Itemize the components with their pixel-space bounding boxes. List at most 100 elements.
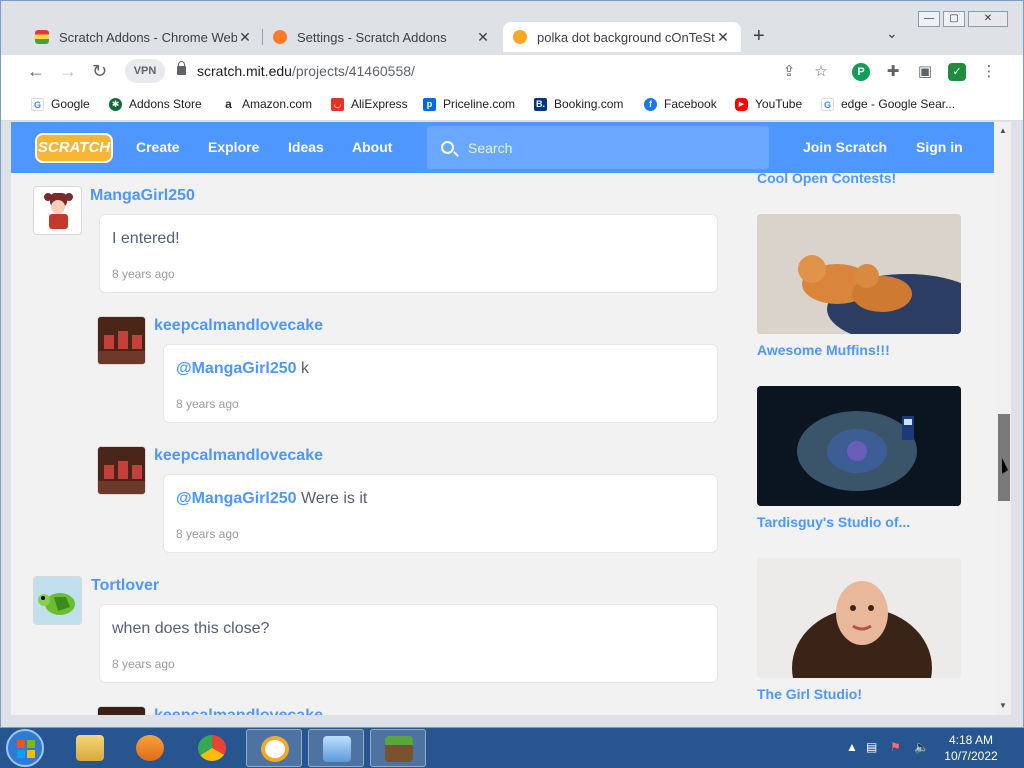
bookmark-star-icon[interactable]: ☆	[812, 63, 830, 81]
scratch-logo[interactable]: SCRATCH	[35, 133, 113, 163]
join-scratch-link[interactable]: Join Scratch	[803, 139, 887, 155]
bookmark-label: AliExpress	[351, 97, 408, 111]
scroll-down-arrow-icon[interactable]: ▼	[999, 701, 1007, 710]
back-arrow-icon[interactable]: ←	[27, 61, 45, 81]
vpn-badge[interactable]: VPN	[125, 59, 165, 83]
nav-explore[interactable]: Explore	[208, 139, 259, 155]
tab-close-icon[interactable]: ✕	[475, 29, 491, 46]
taskbar-chrome[interactable]	[184, 729, 240, 767]
bookmark-amazon[interactable]: a Amazon.com	[222, 97, 312, 111]
search-input[interactable]	[468, 139, 748, 156]
maximize-button[interactable]: ▢	[943, 11, 965, 27]
tab-chrome-web-store[interactable]: Scratch Addons - Chrome Web S ✕	[25, 22, 263, 52]
browser-window: Scratch Addons - Chrome Web S ✕ Settings…	[0, 0, 1024, 728]
share-icon[interactable]: ⇪	[780, 63, 798, 81]
forward-arrow-icon[interactable]: →	[59, 61, 77, 81]
taskbar-scratch-addons[interactable]	[246, 729, 302, 767]
lock-icon[interactable]	[177, 61, 186, 75]
comment-body: when does this close?	[112, 620, 270, 637]
scratch-favicon-icon	[513, 30, 527, 44]
scroll-up-arrow-icon[interactable]: ▲	[999, 126, 1007, 135]
comment-body: k	[296, 360, 309, 377]
avatar[interactable]	[33, 186, 82, 235]
address-toolbar: ← → ↻ VPN scratch.mit.edu/projects/41460…	[1, 55, 1023, 89]
page-scrollbar[interactable]: ▲ ▼	[996, 122, 1011, 715]
taskbar-media-player[interactable]	[122, 729, 178, 767]
comment-timestamp: 8 years ago	[176, 527, 239, 541]
comment-username[interactable]: keepcalmandlovecake	[154, 447, 323, 465]
close-button[interactable]: ✕	[968, 11, 1008, 27]
bookmark-youtube[interactable]: ▶ YouTube	[735, 97, 802, 111]
studio-title[interactable]: The Girl Studio!	[757, 686, 862, 702]
nav-create[interactable]: Create	[136, 139, 180, 155]
google-icon: G	[821, 97, 834, 111]
extensions-puzzle-icon[interactable]: ✚	[884, 63, 902, 81]
show-hidden-icons-icon[interactable]: ▲	[846, 740, 858, 754]
bookmark-priceline[interactable]: p Priceline.com	[423, 97, 515, 111]
comment-username[interactable]: Tortlover	[91, 577, 159, 595]
tab-polka-dot-contest[interactable]: polka dot background cOnTeSt rc ✕	[503, 22, 741, 52]
avatar[interactable]	[97, 706, 146, 715]
bookmark-edge-search[interactable]: Gedge - Google Sear...	[821, 97, 955, 111]
network-icon[interactable]: ▤	[866, 740, 877, 754]
chrome-icon	[198, 735, 226, 761]
bookmark-facebook[interactable]: f Facebook	[644, 97, 717, 111]
scratch-addons-favicon-icon	[273, 30, 287, 44]
comment-timestamp: 8 years ago	[112, 657, 175, 671]
shield-check-icon[interactable]: ✓	[948, 63, 966, 81]
studio-thumbnail[interactable]	[757, 214, 961, 334]
tab-settings-scratch-addons[interactable]: Settings - Scratch Addons ✕	[263, 22, 501, 52]
reload-icon[interactable]: ↻	[92, 61, 107, 81]
control-panel-icon	[323, 736, 351, 762]
comment-text: @MangaGirl250 k	[176, 360, 309, 378]
avatar[interactable]	[97, 316, 146, 365]
studio-title[interactable]: Tardisguy's Studio of...	[757, 514, 910, 530]
extension-p-icon[interactable]: P	[852, 63, 870, 81]
avatar[interactable]	[33, 576, 82, 625]
aliexpress-icon: ◡	[331, 97, 344, 111]
bookmark-label: Priceline.com	[443, 97, 516, 111]
bookmark-addons-store[interactable]: ✱ Addons Store	[109, 97, 202, 111]
comment-mention[interactable]: @MangaGirl250	[176, 360, 297, 377]
clock-date: 10/7/2022	[944, 749, 998, 763]
comment-timestamp: 8 years ago	[176, 397, 239, 411]
studio-title[interactable]: Awesome Muffins!!!	[757, 342, 890, 358]
nav-ideas[interactable]: Ideas	[288, 139, 324, 155]
action-center-flag-icon[interactable]: ⚑	[890, 740, 901, 754]
avatar[interactable]	[97, 446, 146, 495]
side-panel-icon[interactable]: ▣	[916, 63, 934, 81]
comment-bubble: @MangaGirl250 Were is it 8 years ago	[163, 474, 718, 553]
menu-kebab-icon[interactable]: ⋮	[980, 63, 998, 81]
comment-bubble: @MangaGirl250 k 8 years ago	[163, 344, 718, 423]
bookmark-label: Google	[51, 97, 90, 111]
taskbar-minecraft[interactable]	[370, 729, 426, 767]
comment-body: I entered!	[112, 230, 180, 247]
search-box[interactable]	[427, 126, 769, 169]
studio-thumbnail[interactable]	[757, 558, 961, 678]
nav-about[interactable]: About	[352, 139, 392, 155]
taskbar-control-panel[interactable]	[308, 729, 364, 767]
bookmark-google[interactable]: G Google	[31, 97, 90, 111]
bookmark-aliexpress[interactable]: ◡ AliExpress	[331, 97, 408, 111]
volume-icon[interactable]: 🔈	[914, 740, 929, 754]
studio-thumbnail[interactable]	[757, 386, 961, 506]
cake-avatar-icon	[98, 317, 145, 364]
minimize-button[interactable]: —	[918, 11, 940, 27]
comment-mention[interactable]: @MangaGirl250	[176, 490, 297, 507]
sign-in-link[interactable]: Sign in	[916, 139, 963, 155]
tab-close-icon[interactable]: ✕	[715, 29, 731, 46]
comment-username[interactable]: MangaGirl250	[90, 187, 195, 205]
tab-search-button[interactable]: ⌄	[886, 25, 898, 42]
tab-close-icon[interactable]: ✕	[237, 29, 253, 46]
comment-username[interactable]: keepcalmandlovecake	[154, 317, 323, 335]
comment-text: @MangaGirl250 Were is it	[176, 490, 367, 508]
address-bar[interactable]: scratch.mit.edu/projects/41460558/	[197, 63, 415, 79]
comment-username[interactable]: keepcalmandlovecake	[154, 707, 323, 715]
scratch-addons-icon	[261, 736, 289, 762]
tab-title: Settings - Scratch Addons	[297, 29, 447, 45]
taskbar-explorer[interactable]	[62, 729, 118, 767]
new-tab-button[interactable]: +	[753, 26, 765, 46]
bookmark-booking[interactable]: B. Booking.com	[534, 97, 623, 111]
system-clock[interactable]: 4:18 AM 10/7/2022	[940, 732, 1002, 764]
start-button[interactable]	[6, 729, 44, 767]
